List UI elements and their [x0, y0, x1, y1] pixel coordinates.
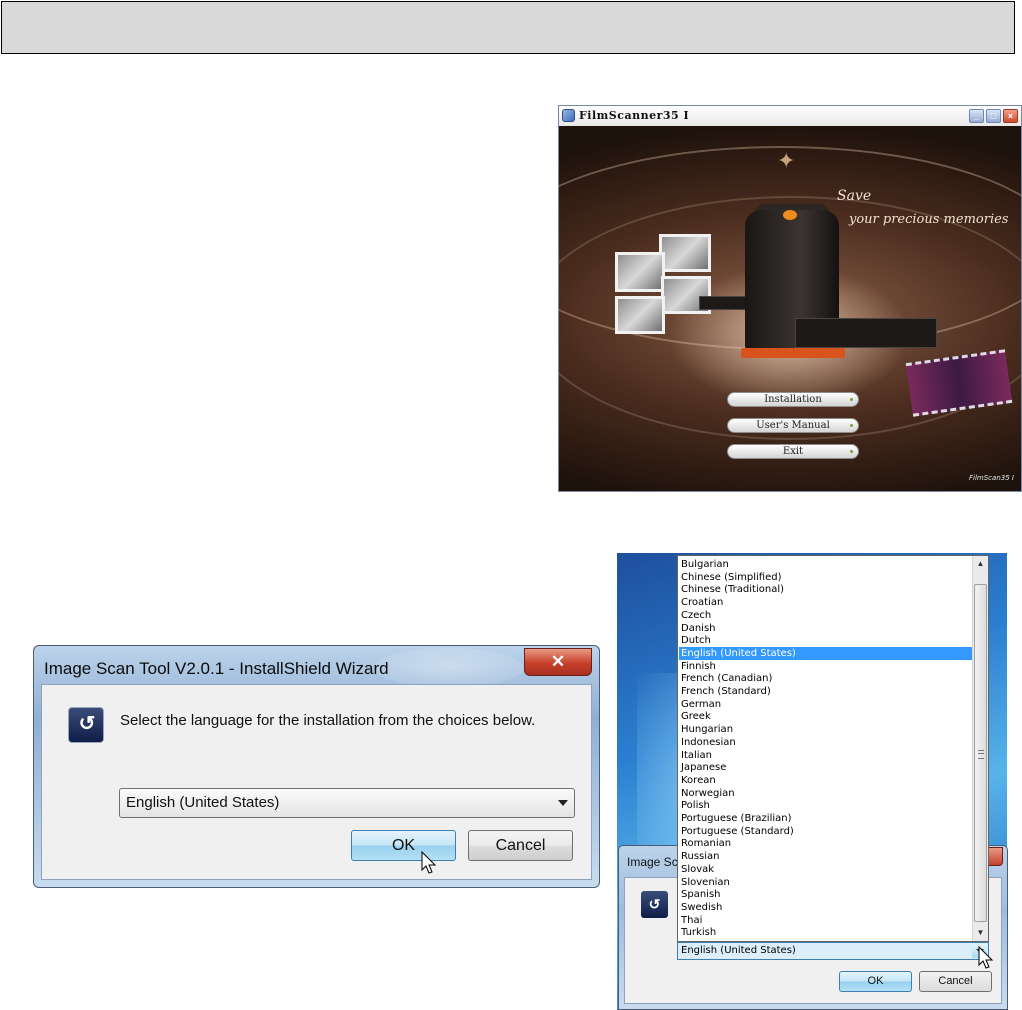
- language-option[interactable]: English (United States): [679, 646, 972, 660]
- installshield-wizard-window: Image Scan Tool V2.0.1 - InstallShield W…: [33, 645, 600, 888]
- language-option[interactable]: French (Standard): [679, 685, 972, 698]
- maximize-icon[interactable]: □: [986, 109, 1001, 123]
- filmscanner-title: FilmScanner35 I: [579, 109, 690, 122]
- cancel-button[interactable]: Cancel: [468, 830, 573, 861]
- wizard-client-area: ↺ Select the language for the installati…: [41, 684, 592, 880]
- language-option[interactable]: Indonesian: [679, 736, 972, 749]
- language-option[interactable]: Chinese (Traditional): [679, 583, 972, 596]
- language-select-value: English (United States): [126, 794, 280, 811]
- language-option[interactable]: Portuguese (Standard): [679, 825, 972, 838]
- language-option[interactable]: Danish: [679, 622, 972, 635]
- grip-icon: [978, 750, 984, 759]
- language-option[interactable]: Swedish: [679, 901, 972, 914]
- language-option[interactable]: Finnish: [679, 660, 972, 673]
- photo-thumbnail: [615, 296, 665, 334]
- language-option[interactable]: Slovenian: [679, 876, 972, 889]
- language-option[interactable]: French (Canadian): [679, 672, 972, 685]
- language-option[interactable]: Norwegian: [679, 787, 972, 800]
- language-option[interactable]: Romanian: [679, 837, 972, 850]
- language-option[interactable]: Korean: [679, 774, 972, 787]
- language-option[interactable]: Bulgarian: [679, 558, 972, 571]
- slogan-line1: Save: [837, 188, 872, 204]
- scanner-power-light: [783, 210, 797, 220]
- language-option[interactable]: German: [679, 698, 972, 711]
- photo-thumbnail: [659, 234, 711, 272]
- close-icon[interactable]: ×: [1003, 109, 1018, 123]
- filmscanner-splash: ✦ Save your precious memories Installati…: [559, 126, 1021, 491]
- photo-thumbnail: [615, 252, 665, 292]
- app-icon: [562, 109, 575, 122]
- language-select-value: English (United States): [681, 945, 796, 956]
- language-option[interactable]: Russian: [679, 850, 972, 863]
- filmscanner-titlebar[interactable]: FilmScanner35 I _ □ ×: [559, 106, 1021, 127]
- cancel-button[interactable]: Cancel: [919, 971, 992, 992]
- installer-icon: ↺: [68, 707, 104, 743]
- ok-button[interactable]: OK: [839, 971, 912, 992]
- language-prompt: Select the language for the installation…: [120, 712, 536, 729]
- scroll-down-icon[interactable]: ▼: [973, 925, 988, 941]
- language-option[interactable]: Chinese (Simplified): [679, 571, 972, 584]
- installation-button[interactable]: Installation: [727, 392, 859, 407]
- language-option[interactable]: Dutch: [679, 634, 972, 647]
- filmscanner-logo: FilmScan35 I: [969, 474, 1014, 482]
- language-option[interactable]: Italian: [679, 749, 972, 762]
- scroll-up-icon[interactable]: ▲: [973, 556, 988, 572]
- language-option[interactable]: Turkish: [679, 926, 972, 939]
- language-option[interactable]: Japanese: [679, 761, 972, 774]
- language-dropdown-list[interactable]: ▲ ▼ Bulgarian Chinese (Simplified) Chinese…: [677, 555, 989, 942]
- film-holder: [795, 318, 937, 348]
- scrollbar-thumb[interactable]: [974, 584, 987, 922]
- wizard-title: Image Sca: [627, 855, 685, 869]
- close-icon[interactable]: ✕: [524, 648, 592, 676]
- language-option[interactable]: Greek: [679, 710, 972, 723]
- filmscanner-window: FilmScanner35 I _ □ × ✦ Save your precio…: [558, 105, 1022, 492]
- language-option[interactable]: Polish: [679, 799, 972, 812]
- language-option[interactable]: Slovak: [679, 863, 972, 876]
- minimize-icon[interactable]: _: [969, 109, 984, 123]
- language-option[interactable]: Croatian: [679, 596, 972, 609]
- users-manual-button[interactable]: User's Manual: [727, 418, 859, 433]
- scrollbar[interactable]: ▲ ▼: [972, 556, 988, 941]
- ornament-icon: ✦: [777, 148, 796, 173]
- language-select[interactable]: English (United States): [119, 788, 575, 818]
- language-option[interactable]: Czech: [679, 609, 972, 622]
- language-option[interactable]: Spanish: [679, 888, 972, 901]
- exit-button[interactable]: Exit: [727, 444, 859, 459]
- wizard-title: Image Scan Tool V2.0.1 - InstallShield W…: [44, 659, 389, 678]
- language-option[interactable]: Hungarian: [679, 723, 972, 736]
- ok-button[interactable]: OK: [351, 830, 456, 861]
- language-option[interactable]: Thai: [679, 914, 972, 927]
- slogan-line2: your precious memories: [849, 212, 1009, 227]
- chevron-down-icon[interactable]: [558, 800, 568, 806]
- scanner-base: [741, 348, 845, 358]
- language-select[interactable]: English (United States): [677, 942, 989, 960]
- installer-icon: ↺: [641, 891, 668, 918]
- page-header-bar: [1, 1, 1015, 54]
- language-option[interactable]: Portuguese (Brazilian): [679, 812, 972, 825]
